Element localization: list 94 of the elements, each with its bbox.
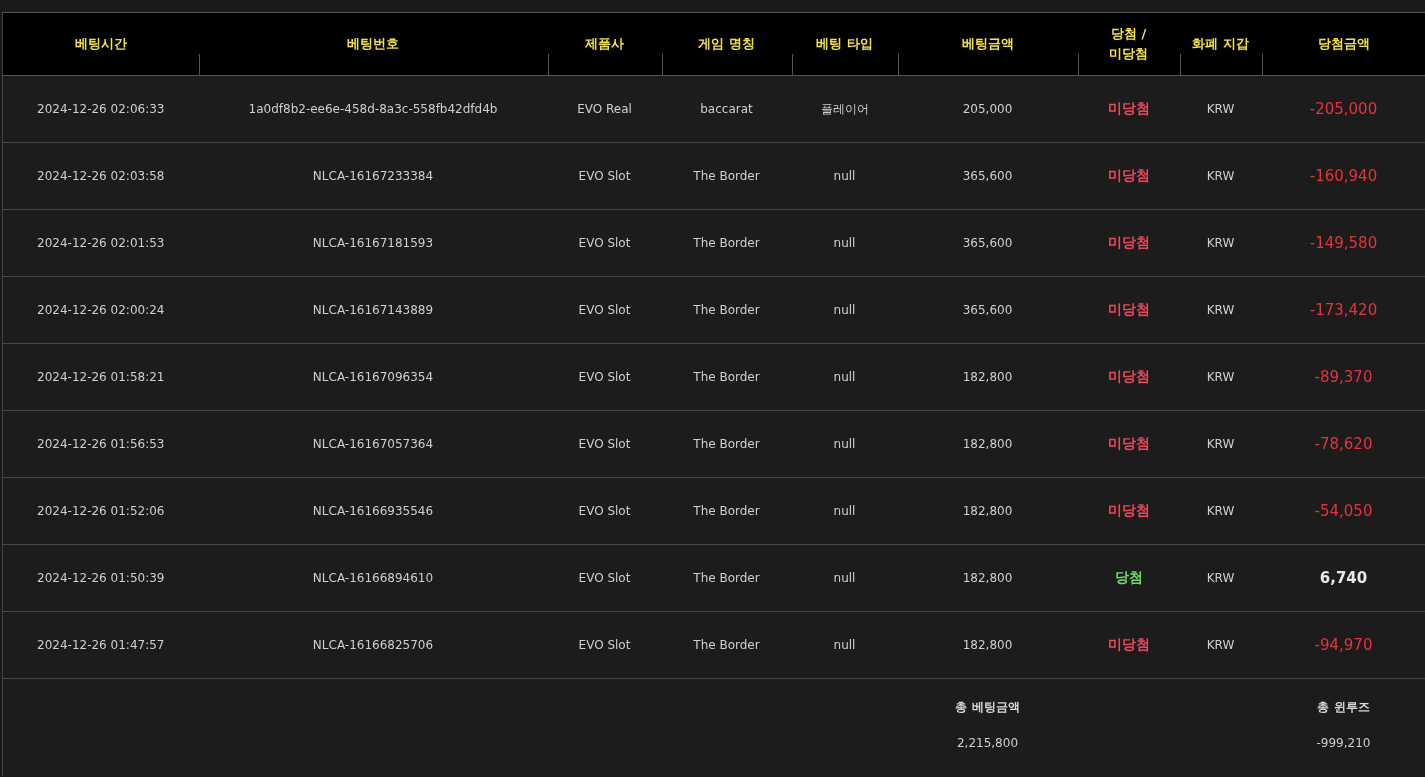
bet-amount: 365,600: [962, 236, 1013, 250]
bet-type: null: [833, 638, 856, 652]
bet-number: 1a0df8b2-ee6e-458d-8a3c-558fb42dfd4b: [248, 102, 498, 116]
bet-number: NLCA-16167233384: [312, 169, 434, 183]
win-amount: -173,420: [1309, 301, 1378, 319]
bet-time: 2024-12-26 01:47:57: [37, 638, 165, 652]
column-header: 화폐 지갑: [1179, 12, 1262, 76]
bet-type: null: [833, 236, 856, 250]
total-bet-value: 2,215,800: [955, 735, 1020, 750]
bet-amount: 182,800: [962, 437, 1013, 451]
provider: EVO Slot: [578, 169, 631, 183]
bet-time: 2024-12-26 02:01:53: [37, 236, 165, 250]
game-name: The Border: [693, 571, 760, 585]
win-amount: -94,970: [1314, 636, 1373, 654]
bet-number: NLCA-16167181593: [312, 236, 434, 250]
column-header: 베팅금액: [897, 12, 1078, 76]
bet-time: 2024-12-26 02:00:24: [37, 303, 165, 317]
game-name: The Border: [693, 169, 760, 183]
win-amount: -78,620: [1314, 435, 1373, 453]
column-header: 베팅 타입: [791, 12, 898, 76]
bet-type: null: [833, 303, 856, 317]
bet-number: NLCA-16166894610: [312, 571, 434, 585]
bet-type: null: [833, 504, 856, 518]
currency: KRW: [1206, 303, 1235, 317]
total-winloss-label: 총 윈루즈: [1316, 699, 1371, 716]
provider: EVO Slot: [578, 437, 631, 451]
result-status: 미당첨: [1107, 435, 1150, 451]
bet-amount: 365,600: [962, 169, 1013, 183]
bet-amount: 182,800: [962, 638, 1013, 652]
bet-number: NLCA-16167143889: [312, 303, 434, 317]
game-name: baccarat: [700, 102, 753, 116]
bet-time: 2024-12-26 01:56:53: [37, 437, 165, 451]
total-bet-label: 총 베팅금액: [954, 699, 1021, 716]
provider: EVO Slot: [578, 236, 631, 250]
win-amount: 6,740: [1319, 569, 1368, 587]
result-status: 당첨: [1114, 569, 1143, 585]
bet-amount: 182,800: [962, 370, 1013, 384]
game-name: The Border: [693, 370, 760, 384]
result-status: 미당첨: [1107, 301, 1150, 317]
column-header: 베팅시간: [2, 12, 199, 76]
column-header: 당첨 / 미당첨: [1077, 12, 1180, 76]
bet-type: null: [833, 571, 856, 585]
provider: EVO Slot: [578, 638, 631, 652]
bet-type: null: [833, 169, 856, 183]
result-status: 미당첨: [1107, 167, 1150, 183]
column-header: 게임 명칭: [661, 12, 792, 76]
result-status: 미당첨: [1107, 234, 1150, 250]
provider: EVO Slot: [578, 370, 631, 384]
result-status: 미당첨: [1107, 502, 1150, 518]
currency: KRW: [1206, 638, 1235, 652]
bet-amount: 182,800: [962, 504, 1013, 518]
win-amount: -54,050: [1314, 502, 1373, 520]
currency: KRW: [1206, 437, 1235, 451]
result-status: 미당첨: [1107, 100, 1150, 116]
bet-time: 2024-12-26 01:50:39: [37, 571, 165, 585]
provider: EVO Slot: [578, 571, 631, 585]
bet-number: NLCA-16166935546: [312, 504, 434, 518]
currency: KRW: [1206, 236, 1235, 250]
game-name: The Border: [693, 303, 760, 317]
currency: KRW: [1206, 169, 1235, 183]
result-status: 미당첨: [1107, 636, 1150, 652]
bet-time: 2024-12-26 01:52:06: [37, 504, 165, 518]
game-name: The Border: [693, 236, 760, 250]
bet-time: 2024-12-26 02:06:33: [37, 102, 165, 116]
bet-number: NLCA-16166825706: [312, 638, 434, 652]
total-winloss-value: -999,210: [1315, 735, 1372, 750]
provider: EVO Real: [577, 102, 632, 116]
bet-type: null: [833, 370, 856, 384]
provider: EVO Slot: [578, 303, 631, 317]
currency: KRW: [1206, 571, 1235, 585]
win-amount: -89,370: [1314, 368, 1373, 386]
game-name: The Border: [693, 437, 760, 451]
column-header: 당첨금액: [1261, 12, 1425, 76]
currency: KRW: [1206, 370, 1235, 384]
column-header: 제품사: [547, 12, 662, 76]
bet-amount: 365,600: [962, 303, 1013, 317]
game-name: The Border: [693, 638, 760, 652]
win-amount: -149,580: [1309, 234, 1378, 252]
bet-number: NLCA-16167057364: [312, 437, 434, 451]
bet-amount: 205,000: [962, 102, 1013, 116]
currency: KRW: [1206, 102, 1235, 116]
game-name: The Border: [693, 504, 760, 518]
win-amount: -205,000: [1309, 100, 1378, 118]
bet-time: 2024-12-26 02:03:58: [37, 169, 165, 183]
provider: EVO Slot: [578, 504, 631, 518]
bet-time: 2024-12-26 01:58:21: [37, 370, 165, 384]
bet-amount: 182,800: [962, 571, 1013, 585]
result-status: 미당첨: [1107, 368, 1150, 384]
bet-type: null: [833, 437, 856, 451]
bet-number: NLCA-16167096354: [312, 370, 434, 384]
currency: KRW: [1206, 504, 1235, 518]
win-amount: -160,940: [1309, 167, 1378, 185]
bet-type: 플레이어: [820, 101, 869, 116]
column-header: 베팅번호: [198, 12, 548, 76]
